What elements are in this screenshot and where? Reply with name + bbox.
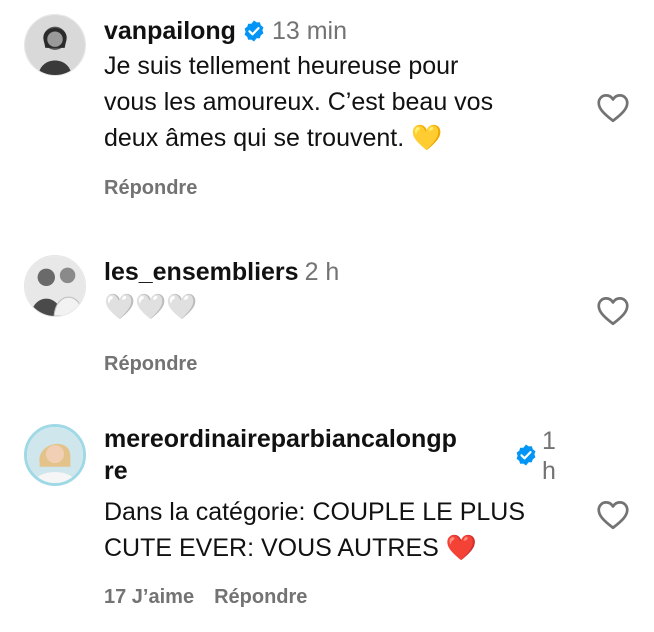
verified-badge-icon — [514, 442, 538, 466]
username[interactable]: vanpailong — [104, 17, 236, 45]
comment-text: Dans la catégorie: COUPLE LE PLUS CUTE E… — [104, 498, 526, 562]
reply-button[interactable]: Répondre — [214, 586, 307, 608]
comment-header: les_ensembliers 2 h — [104, 255, 339, 289]
avatar[interactable] — [24, 255, 86, 317]
username[interactable]: mereordinaireparbiancalongp — [104, 422, 457, 456]
avatar[interactable] — [24, 424, 86, 486]
comment-actions: 17 J’aime Répondre — [104, 586, 574, 609]
heart-outline-icon[interactable] — [595, 497, 631, 533]
avatar[interactable] — [24, 14, 86, 76]
comment-actions: Répondre — [104, 177, 493, 200]
likes-count[interactable]: 17 J’aime — [104, 586, 194, 608]
profile-photo-blonde-woman-icon — [27, 427, 83, 483]
verified-badge-icon — [242, 18, 266, 42]
comment-text: Je suis tellement heureuse pour vous les… — [104, 52, 494, 152]
profile-photo-two-men-icon — [25, 256, 85, 316]
heart-outline-icon[interactable] — [595, 293, 631, 329]
reply-button[interactable]: Répondre — [104, 353, 197, 375]
profile-photo-woman-icon — [25, 15, 85, 75]
comment-body: vanpailong 13 min Je suis tellement heure… — [104, 14, 493, 200]
timestamp[interactable]: 1 — [542, 424, 556, 458]
comment-text: 🤍🤍🤍 — [104, 293, 198, 321]
comment-header: mereordinaireparbiancalongp re 1 h — [104, 424, 574, 488]
comment-body: les_ensembliers 2 h 🤍🤍🤍 Répondre — [104, 255, 339, 376]
comment-actions: Répondre — [104, 353, 339, 376]
comment-header: vanpailong 13 min — [104, 14, 493, 48]
reply-button[interactable]: Répondre — [104, 177, 197, 199]
username[interactable]: les_ensembliers — [104, 258, 299, 286]
username-continued[interactable]: re — [104, 454, 128, 488]
timestamp[interactable]: 2 h — [305, 258, 340, 286]
timestamp[interactable]: 13 min — [272, 17, 347, 45]
timestamp-continued[interactable]: h — [542, 454, 556, 488]
comment-body: mereordinaireparbiancalongp re 1 h Dans … — [104, 424, 574, 609]
heart-outline-icon[interactable] — [595, 90, 631, 126]
